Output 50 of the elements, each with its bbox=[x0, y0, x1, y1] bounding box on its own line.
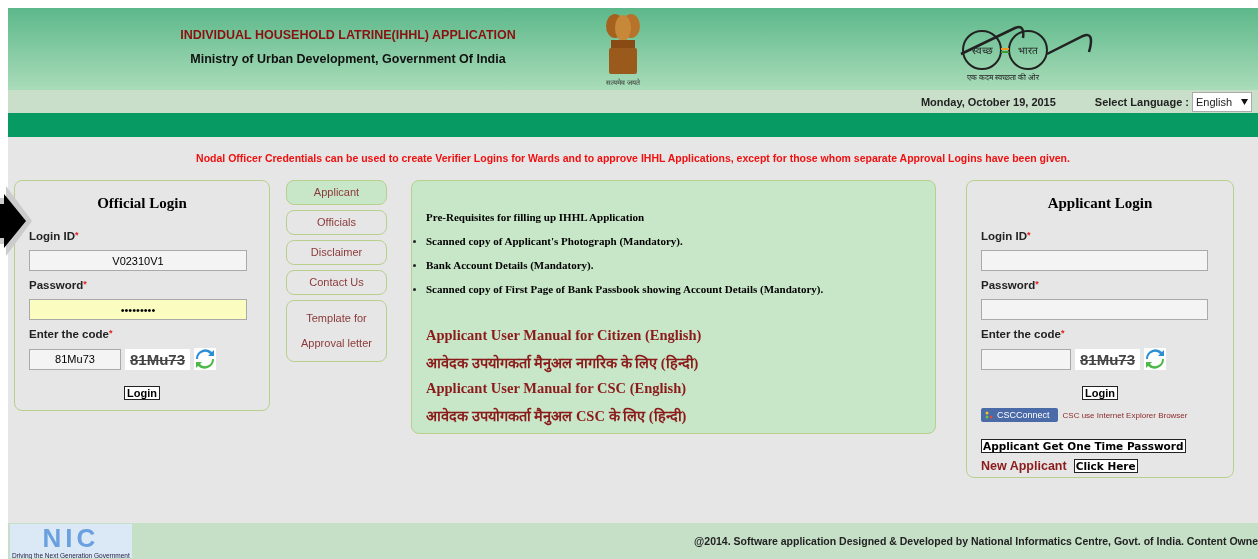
otp-button[interactable]: Applicant Get One Time Password bbox=[981, 439, 1186, 453]
bullet-icon bbox=[413, 263, 416, 267]
dropdown-arrow-icon bbox=[1241, 98, 1248, 105]
refresh-icon[interactable] bbox=[194, 348, 217, 370]
info-heading: Pre-Requisites for filling up IHHL Application bbox=[426, 211, 646, 223]
bullet-icon bbox=[413, 239, 416, 243]
captcha-image: 81Mu73 bbox=[1075, 348, 1141, 370]
current-date: Monday, October 19, 2015 bbox=[920, 95, 1056, 108]
field-label: Login ID* bbox=[981, 230, 1032, 242]
field-label: Login ID* bbox=[29, 230, 80, 242]
requirement-item: Scanned copy of Applicant's Photograph (Mandatory). bbox=[426, 235, 683, 247]
code-input[interactable]: 81Mu73 bbox=[29, 348, 121, 370]
manual-link[interactable]: Applicant User Manual for Citizen (English) bbox=[426, 327, 935, 344]
click-here-button[interactable]: Click Here bbox=[1073, 459, 1138, 473]
ministry-name: Ministry of Urban Development, Government Of India bbox=[190, 52, 506, 66]
new-applicant-label: New Applicant bbox=[981, 459, 1067, 473]
refresh-icon[interactable] bbox=[1144, 348, 1167, 370]
panel-title: Official Login bbox=[96, 195, 188, 212]
login-button[interactable]: Login bbox=[124, 386, 160, 400]
field-label: Enter the code* bbox=[981, 328, 1066, 340]
manual-link[interactable]: आवेदक उपयोगकर्ता मैनुअल CSC के लिए (हिन्दी) bbox=[426, 405, 935, 425]
requirement-item: Scanned copy of First Page of Bank Passbook showing Account Details (Mandatory). bbox=[426, 283, 824, 295]
nav-button[interactable]: Applicant bbox=[286, 180, 387, 205]
manual-link[interactable]: Applicant User Manual for CSC (English) bbox=[426, 380, 935, 397]
nav-button[interactable]: Disclaimer bbox=[286, 240, 387, 265]
copyright-text: @2014. Software application Designed & Developed by National Informatics Centre, Govt. of India. Content Owne bbox=[694, 535, 1258, 547]
manual-link[interactable]: आवेदक उपयोगकर्ता मैनुअल नागरिक के लिए (हिन्दी) bbox=[426, 352, 935, 372]
language-select[interactable]: English bbox=[1192, 91, 1252, 112]
password-input[interactable]: ••••••••• bbox=[29, 299, 247, 320]
login-id-input[interactable]: V02310V1 bbox=[29, 250, 247, 271]
requirement-item: Bank Account Details (Mandatory). bbox=[426, 259, 594, 271]
nav-button[interactable]: Officials bbox=[286, 210, 387, 235]
field-label: Password* bbox=[29, 279, 88, 291]
nav-button[interactable]: Template for Approval letter bbox=[286, 300, 387, 362]
login-id-input[interactable] bbox=[981, 250, 1208, 271]
nav-button[interactable]: Contact Us bbox=[286, 270, 387, 295]
csc-note: CSC use Internet Explorer Browser bbox=[1062, 410, 1188, 420]
field-label: Password* bbox=[981, 279, 1040, 291]
field-label: Enter the code* bbox=[29, 328, 114, 340]
notice-text: Nodal Officer Credentials can be used to create Verifier Logins for Wards and to approve IHHL Applications, except for those whom separate Approval Logins have been given. bbox=[195, 151, 1071, 166]
language-label: Select Language : bbox=[1094, 95, 1189, 108]
dots-icon bbox=[985, 411, 993, 419]
csc-connect-button[interactable]: CSCConnect bbox=[981, 408, 1058, 422]
panel-title: Applicant Login bbox=[1046, 195, 1154, 212]
captcha-image: 81Mu73 bbox=[125, 348, 191, 370]
password-input[interactable] bbox=[981, 299, 1208, 320]
login-button[interactable]: Login bbox=[1082, 386, 1118, 400]
bullet-icon bbox=[413, 287, 416, 291]
app-title: INDIVIDUAL HOUSEHOLD LATRINE(IHHL) APPLICATION bbox=[180, 28, 516, 42]
code-input[interactable] bbox=[981, 348, 1071, 370]
